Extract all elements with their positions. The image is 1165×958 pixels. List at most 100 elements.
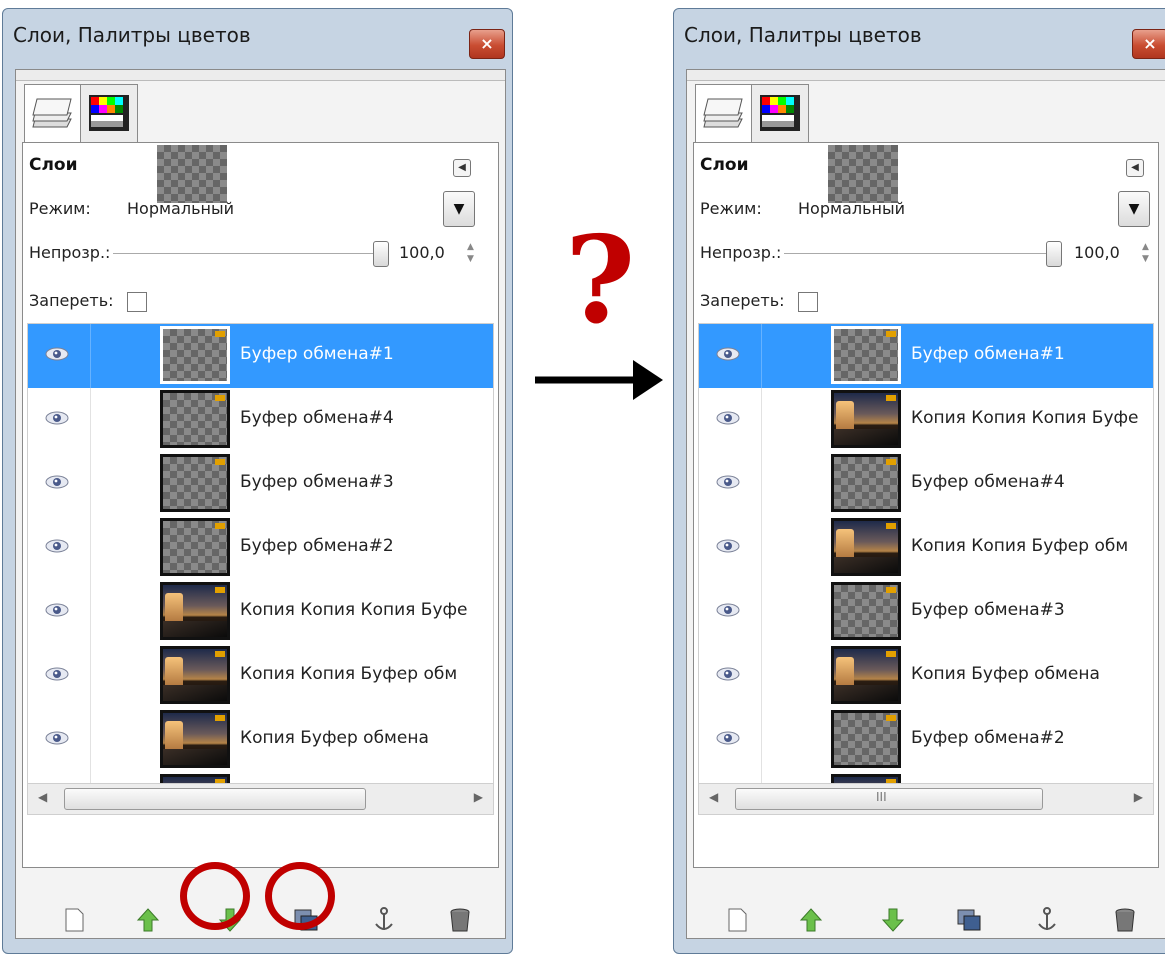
layer-row[interactable]: Буфер обмена#2	[699, 708, 1153, 772]
visibility-toggle[interactable]	[699, 644, 762, 708]
layer-name[interactable]: Буфер обмена#1	[240, 344, 394, 364]
horizontal-scrollbar[interactable]: ◀ ▶	[28, 783, 493, 814]
layer-thumbnail[interactable]	[160, 518, 230, 576]
layer-thumbnail[interactable]	[831, 454, 901, 512]
layer-thumbnail[interactable]	[160, 390, 230, 448]
raise-layer-button[interactable]	[797, 906, 825, 934]
layer-thumbnail[interactable]	[831, 518, 901, 576]
layer-row[interactable]: Буфер обмена#3	[28, 452, 493, 516]
opacity-slider-thumb[interactable]	[373, 241, 389, 267]
scroll-right-icon[interactable]: ▶	[474, 790, 483, 804]
layer-row[interactable]: Буфер обмена#4	[28, 388, 493, 452]
duplicate-layer-button[interactable]	[955, 906, 983, 934]
lock-alpha-icon[interactable]	[828, 145, 898, 203]
anchor-layer-button[interactable]	[1033, 906, 1061, 934]
layer-thumbnail[interactable]	[831, 710, 901, 768]
visibility-toggle[interactable]	[28, 644, 91, 708]
opacity-spin-button[interactable]: ▲ ▼	[467, 241, 477, 267]
raise-layer-button[interactable]	[134, 906, 162, 934]
layer-row[interactable]: Копия Копия Буфер обм	[28, 644, 493, 708]
layer-row[interactable]: Буфер обмена#1	[699, 324, 1153, 388]
layer-thumbnail[interactable]	[160, 710, 230, 768]
delete-layer-button[interactable]	[1111, 906, 1139, 934]
layer-thumbnail[interactable]	[160, 646, 230, 704]
scroll-left-icon[interactable]: ◀	[38, 790, 47, 804]
close-button[interactable]: ×	[469, 29, 505, 59]
layer-thumbnail[interactable]	[831, 582, 901, 640]
tab-menu-button[interactable]: ◀	[1126, 159, 1144, 177]
layer-row[interactable]: Буфер обмена#3	[699, 580, 1153, 644]
tab-layers[interactable]	[695, 84, 753, 143]
layer-thumbnail[interactable]	[160, 326, 230, 384]
layers-list[interactable]: Буфер обменаБуфер обмена#2Копия Буфер об…	[698, 323, 1154, 815]
visibility-toggle[interactable]	[699, 452, 762, 516]
mode-dropdown-button[interactable]: ▼	[443, 191, 475, 227]
visibility-toggle[interactable]	[699, 516, 762, 580]
layers-list[interactable]: Буфер обменаКопия Буфер обменаКопия Копи…	[27, 323, 494, 815]
tab-palettes[interactable]	[751, 84, 809, 143]
opacity-value[interactable]: 100,0	[399, 243, 445, 262]
layer-thumbnail[interactable]	[831, 326, 901, 384]
layer-name[interactable]: Буфер обмена#4	[911, 472, 1065, 492]
layer-thumbnail[interactable]	[831, 390, 901, 448]
opacity-slider-track[interactable]	[113, 253, 373, 254]
visibility-toggle[interactable]	[28, 708, 91, 772]
visibility-toggle[interactable]	[28, 452, 91, 516]
layer-thumbnail[interactable]	[160, 454, 230, 512]
delete-layer-button[interactable]	[446, 906, 474, 934]
anchor-layer-button[interactable]	[370, 906, 398, 934]
opacity-slider-thumb[interactable]	[1046, 241, 1062, 267]
lock-checkbox[interactable]	[798, 292, 818, 312]
visibility-toggle[interactable]	[699, 388, 762, 452]
layer-name[interactable]: Буфер обмена#1	[911, 344, 1065, 364]
layer-name[interactable]: Буфер обмена#3	[911, 600, 1065, 620]
layer-name[interactable]: Буфер обмена#4	[240, 408, 394, 428]
tab-layers[interactable]	[24, 84, 82, 143]
title-bar[interactable]: Слои, Палитры цветов ×	[674, 9, 1165, 65]
visibility-toggle[interactable]	[699, 708, 762, 772]
layer-name[interactable]: Копия Буфер обмена	[240, 728, 429, 748]
new-layer-button[interactable]	[60, 906, 88, 934]
close-button[interactable]: ×	[1132, 29, 1165, 59]
layer-row[interactable]: Буфер обмена#1	[28, 324, 493, 388]
layer-thumbnail[interactable]	[831, 646, 901, 704]
scroll-thumb[interactable]	[64, 788, 366, 810]
layer-row[interactable]: Копия Копия Копия Буфе	[699, 388, 1153, 452]
visibility-toggle[interactable]	[28, 580, 91, 644]
lower-layer-button[interactable]	[879, 906, 907, 934]
tab-menu-button[interactable]: ◀	[453, 159, 471, 177]
lock-checkbox[interactable]	[127, 292, 147, 312]
scroll-right-icon[interactable]: ▶	[1134, 790, 1143, 804]
layer-row[interactable]: Буфер обмена#4	[699, 452, 1153, 516]
layer-name[interactable]: Копия Копия Буфер обм	[911, 536, 1128, 556]
title-bar[interactable]: Слои, Палитры цветов ×	[3, 9, 512, 65]
layer-row[interactable]: Копия Копия Буфер обм	[699, 516, 1153, 580]
visibility-toggle[interactable]	[699, 580, 762, 644]
lock-alpha-icon[interactable]	[157, 145, 227, 203]
visibility-toggle[interactable]	[699, 324, 762, 388]
visibility-toggle[interactable]	[28, 388, 91, 452]
layer-name[interactable]: Копия Буфер обмена	[911, 664, 1100, 684]
layer-name[interactable]: Буфер обмена#2	[911, 728, 1065, 748]
scroll-thumb[interactable]: III	[735, 788, 1043, 810]
layer-thumbnail[interactable]	[160, 582, 230, 640]
visibility-toggle[interactable]	[28, 324, 91, 388]
scroll-left-icon[interactable]: ◀	[709, 790, 718, 804]
opacity-slider-track[interactable]	[784, 253, 1046, 254]
opacity-value[interactable]: 100,0	[1074, 243, 1120, 262]
horizontal-scrollbar[interactable]: ◀ III ▶	[699, 783, 1153, 814]
mode-dropdown-button[interactable]: ▼	[1118, 191, 1150, 227]
tab-palettes[interactable]	[80, 84, 138, 143]
layer-row[interactable]: Копия Буфер обмена	[699, 644, 1153, 708]
new-layer-button[interactable]	[723, 906, 751, 934]
layer-name[interactable]: Копия Копия Копия Буфе	[240, 600, 468, 620]
layer-row[interactable]: Буфер обмена#2	[28, 516, 493, 580]
opacity-spin-button[interactable]: ▲ ▼	[1142, 241, 1152, 267]
layer-row[interactable]: Копия Копия Копия Буфе	[28, 580, 493, 644]
layer-row[interactable]: Копия Буфер обмена	[28, 708, 493, 772]
layer-name[interactable]: Копия Копия Копия Буфе	[911, 408, 1139, 428]
visibility-toggle[interactable]	[28, 516, 91, 580]
layer-name[interactable]: Буфер обмена#2	[240, 536, 394, 556]
layer-name[interactable]: Буфер обмена#3	[240, 472, 394, 492]
layer-name[interactable]: Копия Копия Буфер обм	[240, 664, 457, 684]
